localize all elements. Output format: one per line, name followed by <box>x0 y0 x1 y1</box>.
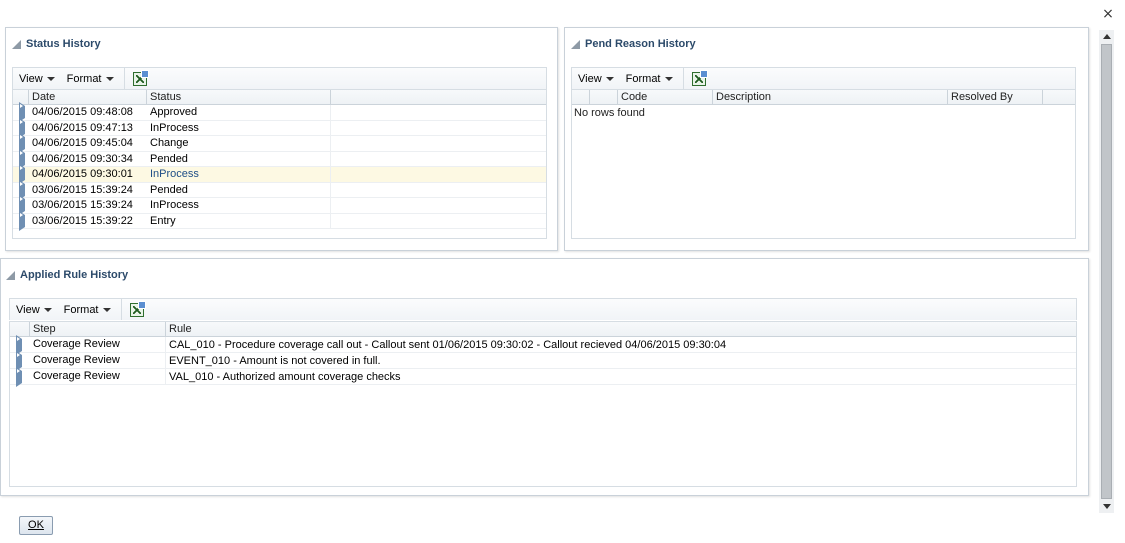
close-icon[interactable]: × <box>1101 7 1115 21</box>
table-header: Date Status <box>13 90 546 105</box>
format-menu-label: Format <box>63 303 99 316</box>
row-status: Entry <box>147 213 331 228</box>
expand-row-icon[interactable] <box>19 210 25 231</box>
table-row[interactable]: Coverage Review VAL_010 - Authorized amo… <box>10 366 1076 387</box>
scrollbar-thumb[interactable] <box>1101 44 1112 499</box>
excel-export-icon[interactable] <box>691 69 708 86</box>
pend-reason-toolbar: View Format <box>571 67 1076 89</box>
row-date: 04/06/2015 09:45:04 <box>32 137 133 150</box>
panel-title: Applied Rule History <box>20 269 129 281</box>
table-row[interactable]: 04/06/2015 09:48:08 Approved <box>13 102 546 123</box>
collapse-triangle-icon[interactable] <box>12 39 21 49</box>
row-step: Coverage Review <box>30 369 166 384</box>
row-step: Coverage Review <box>30 353 166 368</box>
table-row[interactable]: 04/06/2015 09:47:13 InProcess <box>13 117 546 138</box>
toolbar-divider <box>682 68 684 89</box>
column-header-rule[interactable]: Rule <box>166 322 1076 336</box>
filler-column-header <box>331 90 546 104</box>
filler-column-header <box>1043 90 1075 104</box>
row-date: 04/06/2015 09:30:01 <box>32 168 133 181</box>
row-date: 04/06/2015 09:48:08 <box>32 106 133 119</box>
vertical-scrollbar[interactable] <box>1099 30 1114 513</box>
table-row[interactable]: Coverage Review CAL_010 - Procedure cove… <box>10 334 1076 355</box>
row-rule: VAL_010 - Authorized amount coverage che… <box>169 370 401 383</box>
view-menu-button[interactable]: View <box>13 68 61 89</box>
row-date: 03/06/2015 15:39:22 <box>32 214 133 227</box>
ok-button[interactable]: OK <box>19 516 53 535</box>
format-menu-button[interactable]: Format <box>61 68 120 89</box>
chevron-down-icon <box>605 76 614 81</box>
collapse-triangle-icon[interactable] <box>571 39 580 49</box>
row-date: 03/06/2015 15:39:24 <box>32 183 133 196</box>
scroll-up-arrow-icon[interactable] <box>1103 34 1111 39</box>
table-row[interactable]: 03/06/2015 15:39:22 Entry <box>13 210 546 231</box>
column-header-code[interactable]: Code <box>618 90 713 104</box>
view-menu-button[interactable]: View <box>10 299 58 320</box>
excel-export-icon[interactable] <box>129 300 146 317</box>
row-status: Approved <box>147 105 331 120</box>
pend-reason-history-panel: Pend Reason History View Format Code Des… <box>564 27 1089 251</box>
view-menu-label: View <box>16 303 40 316</box>
chevron-down-icon <box>46 76 55 81</box>
expander-column-header <box>572 90 590 104</box>
expander-column-header <box>10 322 30 336</box>
view-menu-label: View <box>19 72 43 85</box>
row-status: InProcess <box>147 198 331 213</box>
view-menu-button[interactable]: View <box>572 68 620 89</box>
panel-title: Status History <box>26 38 101 50</box>
applied-rule-table: Step Rule Coverage Review CAL_010 - Proc… <box>9 321 1077 487</box>
row-status: Pended <box>147 182 331 197</box>
table-row[interactable]: 04/06/2015 09:45:04 Change <box>13 133 546 154</box>
expand-row-icon[interactable] <box>16 366 22 387</box>
row-date: 04/06/2015 09:47:13 <box>32 121 133 134</box>
status-history-toolbar: View Format <box>12 67 547 89</box>
format-menu-button[interactable]: Format <box>58 299 117 320</box>
column-header-status[interactable]: Status <box>147 90 331 104</box>
toolbar-divider <box>120 299 122 320</box>
scroll-down-arrow-icon[interactable] <box>1103 504 1111 509</box>
status-history-panel: Status History View Format Date Status 0… <box>5 27 558 251</box>
chevron-down-icon <box>102 307 111 312</box>
table-row[interactable]: Coverage Review EVENT_010 - Amount is no… <box>10 350 1076 371</box>
excel-export-icon[interactable] <box>132 69 149 86</box>
select-column-header <box>590 90 618 104</box>
status-history-header[interactable]: Status History <box>12 36 101 52</box>
row-rule: EVENT_010 - Amount is not covered in ful… <box>169 354 381 367</box>
toolbar-divider <box>123 68 125 89</box>
chevron-down-icon <box>43 307 52 312</box>
applied-rule-history-header[interactable]: Applied Rule History <box>6 267 128 283</box>
pend-reason-history-header[interactable]: Pend Reason History <box>571 36 696 52</box>
column-header-step[interactable]: Step <box>30 322 166 336</box>
table-row[interactable]: 03/06/2015 15:39:24 InProcess <box>13 195 546 216</box>
row-status: InProcess <box>147 167 331 182</box>
column-header-resolved-by[interactable]: Resolved By <box>948 90 1043 104</box>
row-status: InProcess <box>147 120 331 135</box>
row-status: Pended <box>147 151 331 166</box>
pend-reason-table: Code Description Resolved By No rows fou… <box>571 89 1076 239</box>
row-step: Coverage Review <box>30 337 166 352</box>
table-row[interactable]: 04/06/2015 09:30:34 Pended <box>13 148 546 169</box>
view-menu-label: View <box>578 72 602 85</box>
format-menu-label: Format <box>625 72 661 85</box>
collapse-triangle-icon[interactable] <box>6 270 15 280</box>
status-history-table: Date Status 04/06/2015 09:48:08 Approved… <box>12 89 547 239</box>
row-date: 03/06/2015 15:39:24 <box>32 199 133 212</box>
column-header-date[interactable]: Date <box>29 90 147 104</box>
table-header: Code Description Resolved By <box>572 90 1075 105</box>
table-header: Step Rule <box>10 322 1076 337</box>
column-header-description[interactable]: Description <box>713 90 948 104</box>
panel-title: Pend Reason History <box>585 38 696 50</box>
row-date: 04/06/2015 09:30:34 <box>32 152 133 165</box>
empty-table-message: No rows found <box>574 107 645 119</box>
chevron-down-icon <box>664 76 673 81</box>
row-status: Change <box>147 136 331 151</box>
row-rule: CAL_010 - Procedure coverage call out - … <box>169 338 727 351</box>
applied-rule-toolbar: View Format <box>9 298 1077 320</box>
chevron-down-icon <box>105 76 114 81</box>
table-row-selected[interactable]: 04/06/2015 09:30:01 InProcess <box>13 164 546 185</box>
format-menu-button[interactable]: Format <box>620 68 679 89</box>
format-menu-label: Format <box>66 72 102 85</box>
table-row[interactable]: 03/06/2015 15:39:24 Pended <box>13 179 546 200</box>
applied-rule-history-panel: Applied Rule History View Format Step Ru… <box>0 258 1089 496</box>
